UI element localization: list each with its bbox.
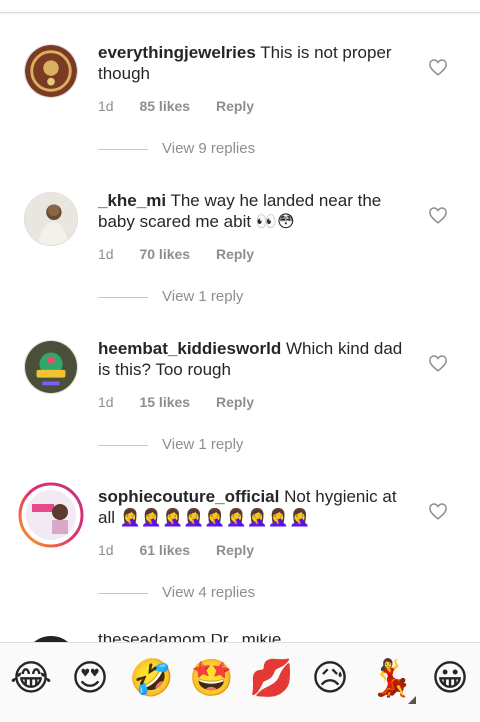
emoji-button[interactable]: 😥 (309, 657, 351, 699)
comment-text: heembat_kiddiesworld Which kind dad is t… (98, 338, 408, 380)
view-replies-label: View 1 reply (162, 436, 244, 453)
emoji-button[interactable]: 😂 (10, 657, 52, 699)
emoji-button[interactable]: 😍 (69, 657, 111, 699)
divider (98, 593, 148, 594)
partial-comment: theseadamom Dr...mikie... (0, 634, 480, 642)
comment-meta: 1d 61 likes Reply (98, 542, 276, 558)
reply-button[interactable]: Reply (216, 394, 254, 410)
view-replies-label: View 4 replies (162, 584, 256, 601)
comment-text: sophiecouture_official Not hygienic at a… (98, 486, 408, 528)
comment-likes[interactable]: 15 likes (139, 394, 190, 410)
comment-age: 1d (98, 246, 114, 262)
comment-meta: 1d 15 likes Reply (98, 394, 276, 410)
comment-age: 1d (98, 542, 114, 558)
divider (98, 149, 148, 150)
divider (98, 297, 148, 298)
avatar[interactable] (24, 340, 78, 394)
reply-button[interactable]: Reply (216, 246, 254, 262)
comment-meta: 1d 85 likes Reply (98, 98, 276, 114)
reply-button[interactable]: Reply (216, 542, 254, 558)
comment-item: heembat_kiddiesworld Which kind dad is t… (0, 338, 480, 486)
comment-text: everythingjewelries This is not proper t… (98, 42, 408, 84)
top-bar (0, 0, 480, 13)
partial-comment-text: theseadamom Dr...mikie... (98, 634, 295, 642)
comment-item: everythingjewelries This is not proper t… (0, 42, 480, 190)
comment-age: 1d (98, 98, 114, 114)
emoji-button[interactable]: 🤣 (129, 657, 174, 699)
emoji-button[interactable]: 😀 (429, 657, 471, 699)
emoji-quick-bar: 😂 😍 🤣 🤩 💋 😥 💃 😀 (0, 642, 480, 722)
comment-likes[interactable]: 85 likes (139, 98, 190, 114)
story-ring-avatar[interactable] (18, 482, 84, 548)
view-replies-label: View 9 replies (162, 140, 256, 157)
comment-item: _khe_mi The way he landed near the baby … (0, 190, 480, 338)
comment-meta: 1d 70 likes Reply (98, 246, 276, 262)
comment-item: sophiecouture_official Not hygienic at a… (0, 482, 480, 634)
resize-corner-icon (408, 696, 416, 704)
heart-icon[interactable] (428, 502, 448, 520)
comment-username[interactable]: sophiecouture_official (98, 487, 279, 506)
comment-username[interactable]: _khe_mi (98, 191, 166, 210)
heart-icon[interactable] (428, 206, 448, 224)
view-replies-label: View 1 reply (162, 288, 244, 305)
comment-likes[interactable]: 61 likes (139, 542, 190, 558)
heart-icon[interactable] (428, 58, 448, 76)
emoji-button[interactable]: 💋 (249, 657, 294, 699)
divider (98, 445, 148, 446)
avatar[interactable] (24, 44, 78, 98)
comment-age: 1d (98, 394, 114, 410)
heart-icon[interactable] (428, 354, 448, 372)
avatar[interactable] (24, 192, 78, 246)
emoji-button[interactable]: 🤩 (189, 657, 234, 699)
comment-text: _khe_mi The way he landed near the baby … (98, 190, 408, 232)
comment-likes[interactable]: 70 likes (139, 246, 190, 262)
emoji-button[interactable]: 💃 (369, 657, 414, 699)
comment-username[interactable]: heembat_kiddiesworld (98, 339, 281, 358)
comment-username[interactable]: everythingjewelries (98, 43, 256, 62)
reply-button[interactable]: Reply (216, 98, 254, 114)
